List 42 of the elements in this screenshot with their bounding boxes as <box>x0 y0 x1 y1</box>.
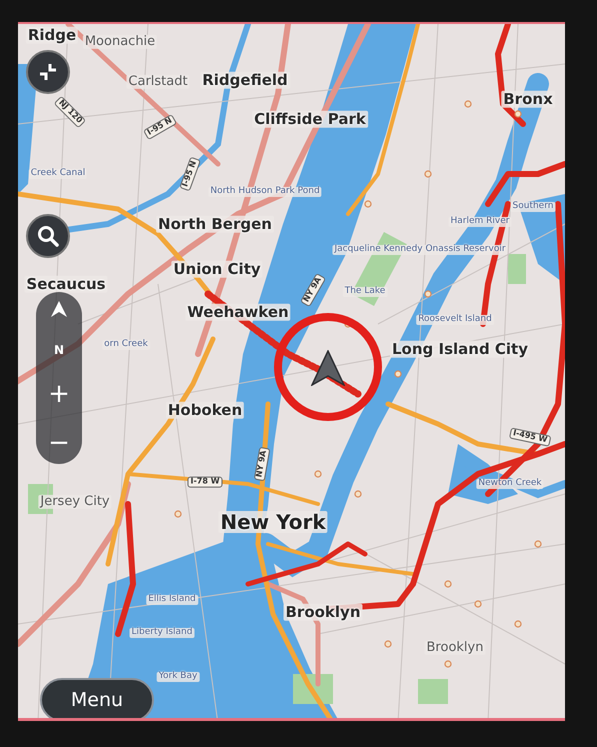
city-label: New York <box>218 511 328 533</box>
place-label: Cliffside Park <box>252 110 368 128</box>
road-shield: I-95 N <box>143 114 177 140</box>
north-label: N <box>54 342 64 359</box>
place-label: Ridgefield <box>200 72 290 88</box>
position-arrow-icon <box>311 350 345 386</box>
place-label: Secaucus <box>24 276 108 292</box>
feature-label: North Hudson Park Pond <box>208 187 322 197</box>
feature-label: Liberty Island <box>130 628 194 638</box>
place-label: Carlstadt <box>126 74 190 90</box>
collapse-button[interactable] <box>26 50 70 94</box>
place-label: Weehawken <box>185 304 291 320</box>
menu-button[interactable]: Menu <box>40 678 154 718</box>
feature-label: Southern <box>510 202 556 212</box>
zoom-out-button[interactable]: − <box>42 430 76 456</box>
north-arrow-icon[interactable] <box>50 300 68 318</box>
place-label: North Bergen <box>156 216 274 232</box>
feature-label: orn Creek <box>102 340 150 350</box>
collapse-icon <box>37 61 59 83</box>
place-label: Moonachie <box>82 34 158 50</box>
feature-label: The Lake <box>342 287 388 297</box>
feature-label: Ellis Island <box>146 595 198 605</box>
feature-label: York Bay <box>156 672 200 682</box>
place-label: Bronx <box>501 90 555 108</box>
search-icon <box>36 224 60 248</box>
feature-label: Jacqueline Kennedy Onassis Reservoir <box>332 245 508 255</box>
place-label: Hoboken <box>166 402 244 418</box>
place-label: Brooklyn <box>284 604 362 620</box>
place-label: Brooklyn <box>424 640 486 656</box>
road-shield: I-495 W <box>509 428 551 446</box>
road-shield: I-95 N <box>179 156 201 192</box>
feature-label: Creek Canal <box>28 169 88 179</box>
place-label: Ridge <box>26 26 78 44</box>
place-label: Jersey City <box>38 494 112 510</box>
road-shield: I-78 W <box>187 476 223 488</box>
search-button[interactable] <box>26 214 70 258</box>
zoom-in-button[interactable]: + <box>42 381 76 408</box>
feature-label: Roosevelt Island <box>416 315 494 325</box>
feature-label: Newton Creek <box>476 479 544 489</box>
place-label: Union City <box>171 260 263 278</box>
place-label: Long Island City <box>390 340 530 358</box>
feature-label: Harlem River <box>448 217 512 227</box>
